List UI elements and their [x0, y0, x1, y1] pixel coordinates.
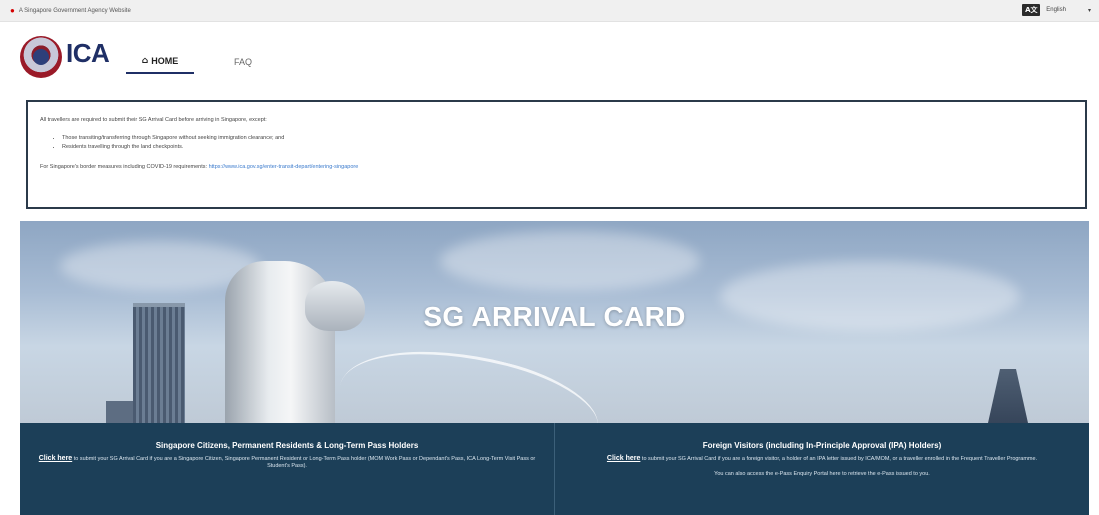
ica-logo[interactable]: ICA: [20, 36, 112, 88]
hero-title: SG ARRIVAL CARD: [423, 301, 686, 332]
language-selector[interactable]: A文 English ▾: [1022, 4, 1091, 16]
notice-footer-text: For Singapore's border measures includin…: [40, 164, 208, 170]
chevron-down-icon: ▾: [1087, 7, 1091, 14]
cloud-shape: [440, 231, 700, 291]
nav-home[interactable]: ⌂ HOME: [126, 50, 194, 74]
list-item: Those transiting/transferring through Si…: [62, 134, 1073, 142]
hero-banner: SG ARRIVAL CARD: [20, 221, 1089, 423]
masthead-text: A Singapore Government Agency Website: [18, 7, 131, 14]
nav-faq[interactable]: FAQ: [228, 50, 258, 74]
logo-wordmark: ICA: [66, 38, 110, 68]
translate-icon: A文: [1022, 4, 1041, 16]
click-here-residents-link[interactable]: Click here: [39, 455, 72, 462]
notice-list: Those transiting/transferring through Si…: [40, 134, 1073, 151]
language-label: English: [1046, 7, 1066, 13]
panel-text: Click here to submit your SG Arrival Car…: [34, 455, 540, 470]
audience-panels: Singapore Citizens, Permanent Residents …: [20, 423, 1089, 515]
panel-heading: Singapore Citizens, Permanent Residents …: [155, 441, 419, 450]
site-header: ICA ⌂ HOME FAQ: [0, 22, 1099, 98]
panel-description: to submit your SG Arrival Card if you ar…: [73, 456, 536, 469]
list-item: Residents travelling through the land ch…: [62, 143, 1073, 151]
notice-footer: For Singapore's border measures includin…: [40, 163, 1073, 171]
lion-head-icon: ●: [10, 6, 15, 15]
click-here-visitors-link[interactable]: Click here: [607, 455, 640, 462]
ica-seal-icon: [20, 36, 62, 78]
notice-box: All travellers are required to submit th…: [26, 100, 1087, 209]
building-shape: [106, 401, 136, 423]
building-shape: [988, 369, 1028, 423]
border-measures-link[interactable]: https://www.ica.gov.sg/enter-transit-dep…: [209, 164, 359, 170]
panel-heading: Foreign Visitors (including In-Principle…: [702, 441, 942, 450]
nav-home-label: HOME: [151, 56, 179, 66]
nav-faq-label: FAQ: [233, 57, 252, 67]
panel-residents: Singapore Citizens, Permanent Residents …: [20, 423, 554, 515]
panel-foreign-visitors: Foreign Visitors (including In-Principle…: [554, 423, 1089, 515]
panel-description: to submit your SG Arrival Card if you ar…: [641, 456, 1038, 462]
water-jet: [330, 325, 608, 423]
notice-intro: All travellers are required to submit th…: [40, 117, 267, 123]
panel-text: Click here to submit your SG Arrival Car…: [569, 455, 1075, 463]
epass-note: You can also access the e-Pass Enquiry P…: [714, 471, 930, 477]
gov-masthead: ● A Singapore Government Agency Website …: [0, 0, 1099, 22]
home-icon: ⌂: [141, 56, 149, 66]
